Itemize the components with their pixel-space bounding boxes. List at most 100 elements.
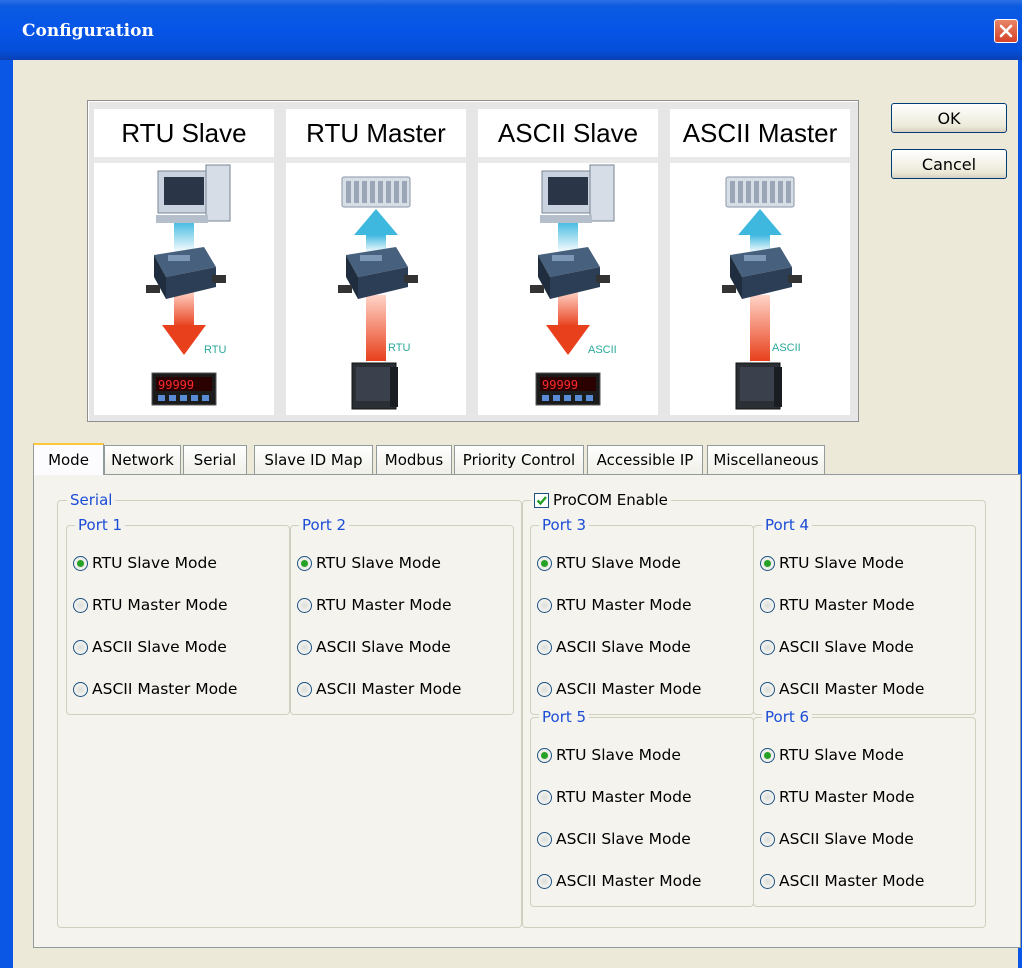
mode-radio-option[interactable]: ASCII Slave Mode	[297, 638, 451, 656]
protocol-label: RTU	[388, 342, 410, 354]
mode-radio-option[interactable]: ASCII Slave Mode	[73, 638, 227, 656]
mode-option-label: ASCII Slave Mode	[316, 638, 451, 656]
radio-icon	[297, 597, 312, 613]
mode-option-label: ASCII Slave Mode	[779, 830, 914, 848]
procom-enable-checkbox[interactable]: ProCOM Enable	[531, 490, 671, 510]
radio-icon	[73, 639, 88, 655]
mode-radio-option[interactable]: ASCII Slave Mode	[760, 830, 914, 848]
mode-option-label: RTU Slave Mode	[556, 746, 681, 764]
tab-miscellaneous[interactable]: Miscellaneous	[707, 445, 825, 474]
procom-enable-label: ProCOM Enable	[553, 491, 668, 509]
radio-icon	[73, 681, 88, 697]
close-icon	[999, 24, 1013, 38]
mode-radio-option[interactable]: ASCII Master Mode	[537, 872, 701, 890]
mode-option-label: ASCII Slave Mode	[92, 638, 227, 656]
cancel-button[interactable]: Cancel	[891, 149, 1007, 179]
mode-radio-option[interactable]: RTU Master Mode	[760, 788, 914, 806]
radio-icon	[760, 681, 775, 697]
mode-option-label: RTU Master Mode	[556, 596, 692, 614]
diagram-panel-rtu-master: RTU Master RTU	[286, 109, 466, 415]
mode-option-label: RTU Slave Mode	[316, 554, 441, 572]
checkbox-icon	[534, 492, 549, 508]
tab-priority-control[interactable]: Priority Control	[454, 445, 584, 474]
mode-option-label: ASCII Slave Mode	[779, 638, 914, 656]
radio-icon	[760, 831, 775, 847]
mode-radio-option[interactable]: ASCII Master Mode	[297, 680, 461, 698]
tab-network[interactable]: Network	[104, 445, 181, 474]
mode-radio-option[interactable]: RTU Master Mode	[537, 596, 691, 614]
mode-radio-option[interactable]: ASCII Master Mode	[760, 680, 924, 698]
radio-icon	[537, 873, 552, 889]
mode-radio-option[interactable]: ASCII Master Mode	[73, 680, 237, 698]
meter-icon: 99999	[535, 372, 601, 406]
diagram-panel-ascii-slave: ASCII Slave 99999 ASCII	[478, 109, 658, 415]
radio-icon	[73, 597, 88, 613]
window-frame-left	[0, 60, 13, 968]
protocol-label: ASCII	[772, 342, 801, 354]
radio-selected-icon	[73, 555, 88, 571]
tab-mode[interactable]: Mode	[33, 443, 104, 475]
port-label: Port 6	[762, 707, 813, 727]
radio-icon	[537, 597, 552, 613]
mode-option-label: RTU Master Mode	[779, 596, 915, 614]
mode-radio-option[interactable]: RTU Slave Mode	[760, 554, 904, 572]
tab-modbus[interactable]: Modbus	[376, 445, 452, 474]
mode-radio-option[interactable]: RTU Slave Mode	[73, 554, 217, 572]
diagram-panel-title: ASCII Master	[670, 109, 850, 163]
mode-option-label: ASCII Master Mode	[779, 872, 925, 890]
diagram-panel-title: RTU Slave	[94, 109, 274, 163]
protocol-label: RTU	[204, 344, 226, 356]
mode-option-label: ASCII Master Mode	[556, 680, 702, 698]
radio-icon	[760, 873, 775, 889]
rtu-master-diagram-icon: RTU	[338, 176, 418, 410]
close-button[interactable]	[994, 19, 1018, 43]
meter-icon: 99999	[151, 372, 217, 406]
tab-accessible-ip[interactable]: Accessible IP	[587, 445, 703, 474]
tab-serial[interactable]: Serial	[183, 445, 247, 474]
mode-radio-option[interactable]: RTU Master Mode	[73, 596, 227, 614]
mode-radio-option[interactable]: RTU Master Mode	[297, 596, 451, 614]
ascii-master-diagram-icon: ASCII	[722, 176, 802, 410]
diagram-panel-title: RTU Master	[286, 109, 466, 163]
radio-icon	[760, 639, 775, 655]
diagram-panel-ascii-master: ASCII Master ASCII	[670, 109, 850, 415]
mode-radio-option[interactable]: RTU Slave Mode	[537, 554, 681, 572]
mode-radio-option[interactable]: RTU Master Mode	[537, 788, 691, 806]
port-group: Port 3 RTU Slave Mode RTU Master Mode ASCII…	[530, 515, 754, 715]
mode-option-label: RTU Slave Mode	[92, 554, 217, 572]
mode-radio-option[interactable]: RTU Slave Mode	[537, 746, 681, 764]
ascii-slave-diagram-icon: 99999 ASCII	[530, 164, 617, 406]
port-label: Port 5	[539, 707, 590, 727]
title-bar[interactable]: Configuration	[0, 0, 1022, 60]
mode-diagram: RTU Slave 99999 RTU RTU Master RTU ASCII …	[87, 100, 859, 422]
port-label: Port 2	[299, 515, 350, 535]
mode-radio-option[interactable]: RTU Master Mode	[760, 596, 914, 614]
radio-icon	[297, 639, 312, 655]
radio-icon	[537, 789, 552, 805]
protocol-label: ASCII	[588, 344, 617, 356]
window-title: Configuration	[22, 21, 154, 41]
mode-radio-option[interactable]: ASCII Master Mode	[760, 872, 924, 890]
port-group: Port 4 RTU Slave Mode RTU Master Mode ASCII…	[753, 515, 976, 715]
mode-radio-option[interactable]: RTU Slave Mode	[297, 554, 441, 572]
mode-option-label: RTU Master Mode	[316, 596, 452, 614]
ok-button[interactable]: OK	[891, 103, 1007, 133]
mode-radio-option[interactable]: ASCII Slave Mode	[537, 830, 691, 848]
radio-icon	[297, 681, 312, 697]
radio-selected-icon	[537, 555, 552, 571]
mode-option-label: RTU Slave Mode	[556, 554, 681, 572]
mode-option-label: RTU Master Mode	[556, 788, 692, 806]
plc-icon	[725, 176, 795, 208]
gateway-device-icon	[530, 247, 610, 299]
mode-option-label: RTU Slave Mode	[779, 746, 904, 764]
mode-radio-option[interactable]: RTU Slave Mode	[760, 746, 904, 764]
mode-radio-option[interactable]: ASCII Master Mode	[537, 680, 701, 698]
mode-radio-option[interactable]: ASCII Slave Mode	[537, 638, 691, 656]
port-group: Port 1 RTU Slave Mode RTU Master Mode ASCII…	[66, 515, 290, 715]
mode-option-label: RTU Slave Mode	[779, 554, 904, 572]
mode-radio-option[interactable]: ASCII Slave Mode	[760, 638, 914, 656]
tab-slave-id-map[interactable]: Slave ID Map	[254, 445, 373, 474]
gateway-device-icon	[338, 247, 418, 299]
mode-option-label: RTU Master Mode	[92, 596, 228, 614]
serial-group-label: Serial	[67, 490, 116, 510]
